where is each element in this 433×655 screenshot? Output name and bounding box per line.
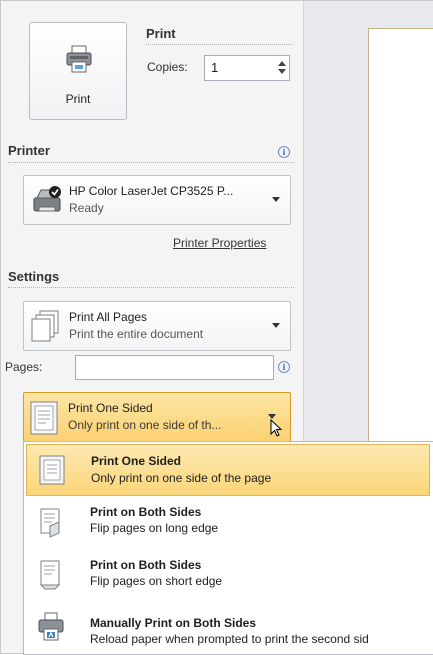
- print-pages-dropdown[interactable]: Print All Pages Print the entire documen…: [23, 301, 291, 351]
- page-preview: [368, 28, 433, 450]
- menu-item-print-one-sided[interactable]: Print One Sided Only print on one side o…: [26, 444, 430, 496]
- info-icon[interactable]: i: [278, 146, 290, 158]
- menu-item-title: Manually Print on Both Sides: [90, 616, 257, 630]
- info-icon[interactable]: i: [278, 361, 290, 373]
- chevron-down-icon: [272, 197, 280, 202]
- menu-item-manually-print-both-sides[interactable]: Manually Print on Both Sides Reload pape…: [26, 602, 430, 654]
- menu-item-subtitle: Flip pages on long edge: [90, 521, 219, 535]
- chevron-down-icon: [272, 323, 280, 328]
- duplex-short-edge-icon: [39, 560, 61, 590]
- one-sided-page-icon: [30, 401, 58, 435]
- menu-item-title: Print on Both Sides: [90, 505, 202, 519]
- menu-item-subtitle: Flip pages on short edge: [90, 574, 223, 588]
- print-pages-subtitle: Print the entire document: [69, 327, 204, 341]
- copies-label: Copies:: [147, 60, 188, 74]
- print-sides-dropdown[interactable]: Print One Sided Only print on one side o…: [23, 392, 291, 444]
- printer-properties-link[interactable]: Printer Properties: [173, 236, 266, 250]
- divider: [8, 162, 294, 163]
- printer-status: Ready: [69, 201, 104, 215]
- menu-item-print-both-sides-long-edge[interactable]: Print on Both Sides Flip pages on long e…: [26, 498, 430, 550]
- printer-dropdown[interactable]: HP Color LaserJet CP3525 P... Ready: [23, 175, 291, 225]
- spin-up-icon[interactable]: [278, 61, 286, 66]
- print-button-label: Print: [65, 92, 91, 106]
- print-section-title: Print: [146, 26, 176, 41]
- printer-name: HP Color LaserJet CP3525 P...: [69, 184, 234, 198]
- one-sided-page-icon: [39, 455, 65, 485]
- print-sides-menu: Print One Sided Only print on one side o…: [23, 441, 433, 655]
- spin-down-icon[interactable]: [278, 69, 286, 74]
- menu-item-print-both-sides-short-edge[interactable]: Print on Both Sides Flip pages on short …: [26, 550, 430, 602]
- pages-label: Pages:: [5, 360, 43, 374]
- pages-stack-icon: [31, 310, 59, 342]
- manual-duplex-printer-icon: [38, 612, 64, 641]
- printer-icon: [66, 45, 92, 73]
- laser-printer-icon: [33, 186, 61, 212]
- pages-input[interactable]: [75, 355, 274, 380]
- menu-item-title: Print on Both Sides: [90, 558, 202, 572]
- print-button[interactable]: Print: [29, 22, 127, 120]
- print-sides-subtitle: Only print on one side of th...: [68, 418, 222, 432]
- copies-spinner[interactable]: 1: [204, 55, 290, 81]
- duplex-long-edge-icon: [40, 508, 60, 538]
- divider: [8, 287, 294, 288]
- mouse-cursor-icon: [270, 419, 282, 437]
- divider: [146, 44, 293, 45]
- print-pages-title: Print All Pages: [69, 310, 148, 324]
- menu-item-title: Print One Sided: [91, 454, 182, 468]
- settings-section-title: Settings: [8, 269, 60, 284]
- printer-section-title: Printer: [8, 143, 50, 158]
- print-sides-title: Print One Sided: [68, 401, 153, 415]
- menu-item-subtitle: Reload paper when prompted to print the …: [90, 632, 369, 646]
- menu-item-subtitle: Only print on one side of the page: [91, 471, 272, 485]
- copies-value[interactable]: 1: [211, 60, 218, 75]
